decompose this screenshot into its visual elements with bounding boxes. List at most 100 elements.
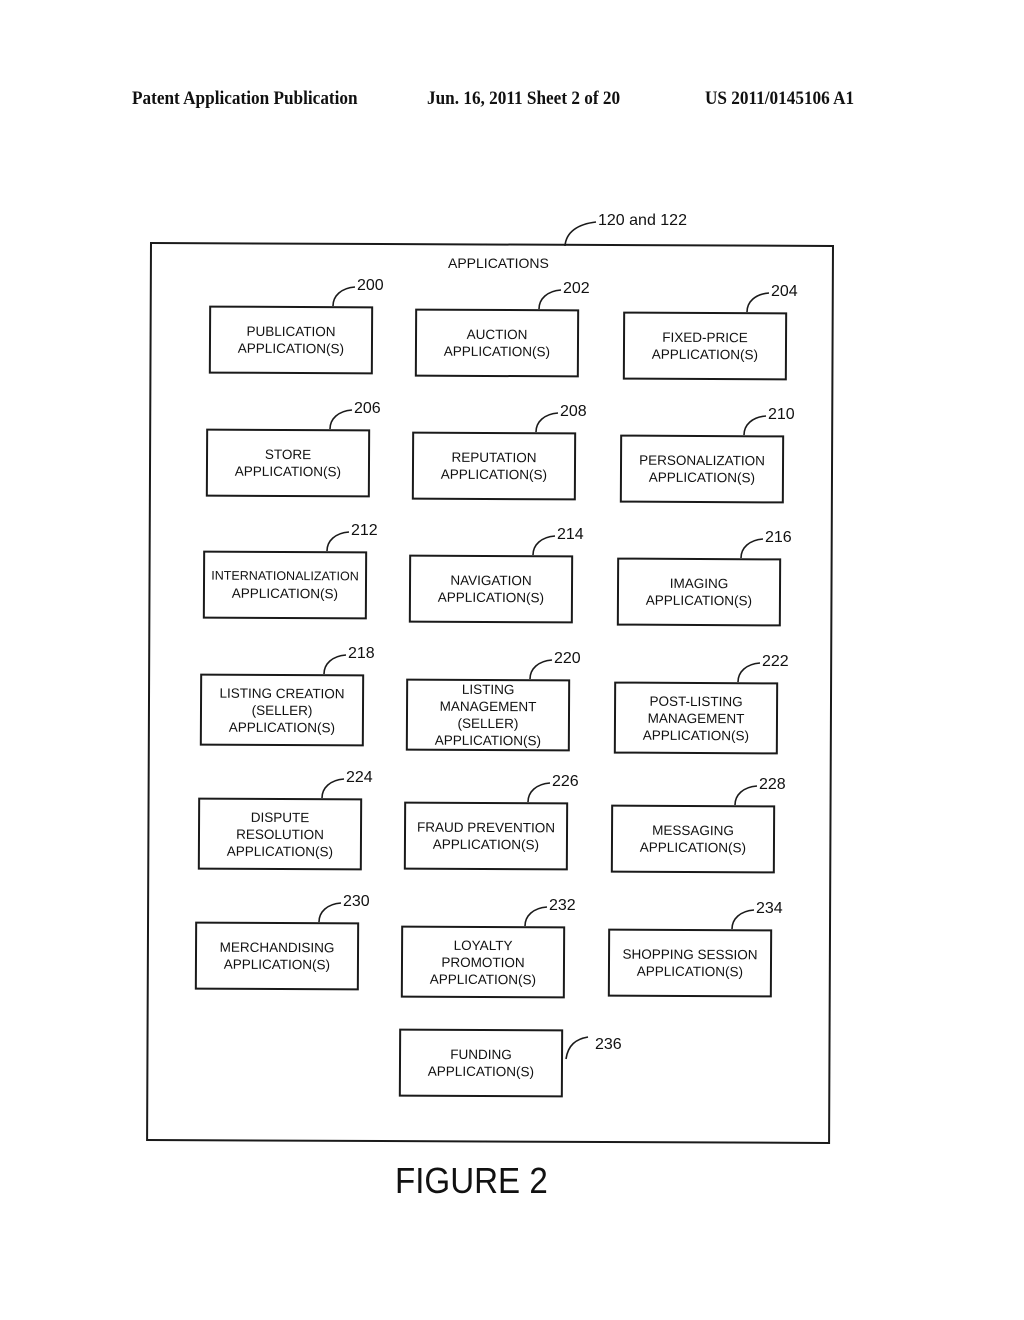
application-box-204: FIXED-PRICE APPLICATION(S) [622,311,788,381]
label-line: PROMOTION [441,954,525,970]
reference-number-228: 228 [759,776,786,793]
label-line: (SELLER) [457,715,519,732]
label-line: INTERNATIONALIZATION [211,568,359,584]
application-box-212: INTERNATIONALIZATION APPLICATION(S) [202,550,368,620]
label-line: APPLICATION(S) [648,469,756,486]
container-leader-line [564,221,597,247]
label-line: FRAUD PREVENTION [416,819,556,836]
label-line: APPLICATION(S) [434,732,542,749]
application-box-226: FRAUD PREVENTION APPLICATION(S) [403,801,569,871]
application-box-218: LISTING CREATION (SELLER) APPLICATION(S) [199,673,365,747]
application-box-label: PUBLICATION APPLICATION(S) [238,323,344,358]
label-line: MANAGEMENT [439,698,537,715]
figure-label: FIGURE 2 [395,1160,548,1201]
leader-line-226 [527,782,551,803]
reference-number-220: 220 [554,650,581,667]
leader-line-212 [326,531,350,552]
application-box-label: MERCHANDISING APPLICATION(S) [220,939,335,974]
reference-number-224: 224 [346,769,373,786]
leader-line-224 [321,778,345,799]
application-box-214: NAVIGATION APPLICATION(S) [408,554,574,624]
application-box-232: LOYALTY PROMOTION APPLICATION(S) [400,925,566,999]
application-box-234: SHOPPING SESSION APPLICATION(S) [607,928,773,998]
leader-line-232 [524,906,548,927]
application-box-label: IMAGING APPLICATION(S) [646,575,752,610]
application-box-216: IMAGING APPLICATION(S) [616,557,782,627]
reference-number-206: 206 [354,400,381,417]
application-box-label: FUNDING APPLICATION(S) [428,1046,534,1081]
application-box-label: INTERNATIONALIZATION APPLICATION(S) [211,568,359,603]
label-line: PERSONALIZATION [639,452,765,469]
leader-line-208 [535,412,559,433]
application-box-206: STORE APPLICATION(S) [205,428,371,498]
label-line: APPLICATION(S) [639,839,747,856]
reference-number-204: 204 [771,283,798,300]
application-box-230: MERCHANDISING APPLICATION(S) [194,921,360,991]
leader-line-204 [746,292,770,313]
label-line: PUBLICATION [246,323,336,340]
reference-number-226: 226 [552,773,579,790]
application-box-label: DISPUTE RESOLUTION APPLICATION(S) [227,808,334,860]
label-line: (SELLER) [251,702,313,718]
label-line: APPLICATION(S) [429,971,537,987]
reference-number-230: 230 [343,893,370,910]
label-line: REPUTATION [451,449,537,466]
label-line: APPLICATION(S) [427,1063,535,1080]
label-line: APPLICATION(S) [228,719,336,735]
label-line: POST-LISTING [649,693,743,709]
label-line: LISTING [461,681,515,698]
label-line: APPLICATION(S) [651,346,759,363]
reference-number-202: 202 [563,280,590,297]
label-line: AUCTION [466,326,528,343]
label-line: APPLICATION(S) [645,592,753,609]
label-line: APPLICATION(S) [231,585,339,602]
label-line: APPLICATION(S) [642,727,750,743]
label-line: IMAGING [669,575,729,592]
application-box-224: DISPUTE RESOLUTION APPLICATION(S) [197,797,363,871]
label-line: MANAGEMENT [647,710,745,726]
leader-line-230 [318,902,342,923]
leader-line-218 [323,654,347,675]
reference-number-232: 232 [549,897,576,914]
application-box-200: PUBLICATION APPLICATION(S) [208,305,374,375]
reference-number-222: 222 [762,653,789,670]
leader-line-210 [743,415,767,436]
application-box-label: AUCTION APPLICATION(S) [444,326,550,361]
label-line: FUNDING [450,1046,512,1063]
reference-number-214: 214 [557,526,584,543]
application-box-label: LISTING CREATION (SELLER) APPLICATION(S) [219,684,345,736]
label-line: LOYALTY [453,937,513,953]
label-line: RESOLUTION [236,826,324,842]
leader-line-222 [737,662,761,683]
leader-line-200 [332,286,356,307]
application-box-228: MESSAGING APPLICATION(S) [610,804,776,874]
label-line: APPLICATION(S) [237,340,345,357]
leader-line-220 [529,659,553,680]
label-line: APPLICATION(S) [443,343,551,360]
leader-lines [318,221,770,1060]
reference-number-234: 234 [756,900,783,917]
leader-line-202 [538,289,562,310]
reference-number-208: 208 [560,403,587,420]
application-box-210: PERSONALIZATION APPLICATION(S) [619,434,785,504]
application-box-236: FUNDING APPLICATION(S) [398,1028,564,1098]
reference-number-210: 210 [768,406,795,423]
label-line: APPLICATION(S) [234,463,342,480]
label-line: DISPUTE [250,809,310,825]
application-box-label: FRAUD PREVENTION APPLICATION(S) [417,819,555,854]
label-line: APPLICATION(S) [432,836,540,853]
label-line: LISTING CREATION [219,685,345,701]
application-box-label: SHOPPING SESSION APPLICATION(S) [622,946,757,981]
leader-line-236 [565,1036,589,1060]
reference-number-236: 236 [595,1036,622,1053]
leader-line-206 [329,409,353,430]
application-box-label: STORE APPLICATION(S) [235,446,341,481]
application-box-label: LISTING MANAGEMENT (SELLER) APPLICATION(S) [435,681,542,750]
label-line: APPLICATION(S) [636,963,744,980]
application-box-label: REPUTATION APPLICATION(S) [441,449,547,484]
application-box-label: MESSAGING APPLICATION(S) [640,822,746,857]
reference-number-200: 200 [357,277,384,294]
reference-number-216: 216 [765,529,792,546]
label-line: APPLICATION(S) [223,956,331,973]
label-line: FIXED-PRICE [662,329,748,346]
